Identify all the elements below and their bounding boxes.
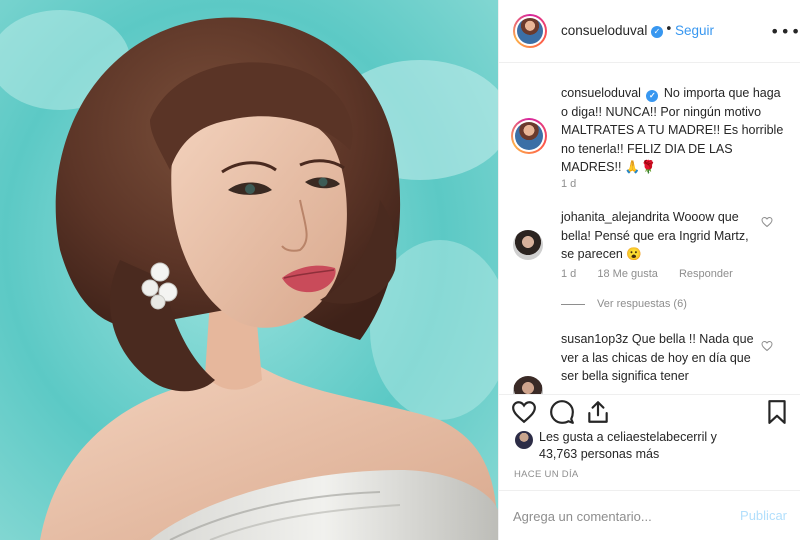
replies-line [561, 303, 585, 305]
caption-meta: 1 d [561, 178, 594, 190]
comment-likes[interactable]: 18 Me gusta [597, 268, 658, 280]
post-timestamp[interactable]: HACE UN DÍA [514, 469, 579, 480]
comment-input[interactable] [513, 506, 723, 526]
comment-time[interactable]: 1 d [561, 268, 576, 280]
likes-summary[interactable]: Les gusta a celiaestelabecerril y 43,763… [539, 429, 789, 463]
post-sidebar: consueloduval ✓ • Seguir ••• consueloduv… [498, 0, 800, 540]
follow-button[interactable]: Seguir [675, 23, 714, 38]
heart-icon[interactable] [511, 399, 537, 425]
add-comment-bar: Publicar [499, 490, 800, 540]
verified-badge-icon: ✓ [646, 90, 659, 102]
caption-avatar[interactable] [511, 118, 547, 154]
reply-button[interactable]: Responder [679, 268, 733, 280]
comment: susan1op3z Que bella !! Nada que ver a l… [561, 330, 761, 386]
comments-list[interactable]: consueloduval ✓ No importa que haga o di… [499, 64, 800, 394]
separator-dot: • [665, 22, 673, 37]
comment-meta: 1 d 18 Me gusta Responder [561, 268, 751, 280]
comment: johanita_alejandrita Wooow que bella! Pe… [561, 208, 761, 264]
caption-emoji: 🙏🌹 [624, 160, 657, 174]
ellipsis-icon[interactable]: ••• [770, 22, 800, 41]
comment-username[interactable]: susan1op3z [561, 332, 628, 346]
post-header: consueloduval ✓ • Seguir ••• [499, 0, 800, 63]
author-avatar[interactable] [513, 14, 547, 48]
publish-button[interactable]: Publicar [740, 508, 787, 523]
comment-bubble-icon[interactable] [549, 399, 575, 425]
likes-line-2: 43,763 personas más [539, 447, 660, 461]
view-replies-label: Ver respuestas (6) [597, 298, 687, 310]
bookmark-icon[interactable] [764, 399, 790, 425]
caption-time[interactable]: 1 d [561, 178, 576, 190]
caption-username[interactable]: consueloduval [561, 86, 641, 100]
liker-avatar[interactable] [515, 431, 533, 449]
share-icon[interactable] [585, 399, 611, 425]
action-bar [499, 394, 800, 434]
view-replies-button[interactable]: Ver respuestas (6) [561, 298, 687, 310]
post-photo[interactable] [0, 0, 498, 540]
comment-like-heart-icon[interactable] [761, 340, 773, 352]
caption: consueloduval ✓ No importa que haga o di… [561, 84, 789, 177]
portrait-image [0, 0, 498, 540]
comment-like-heart-icon[interactable] [761, 216, 773, 228]
likes-line-1: Les gusta a celiaestelabecerril y [539, 430, 717, 444]
author-username[interactable]: consueloduval [561, 23, 647, 38]
verified-badge-icon: ✓ [651, 26, 663, 38]
commenter-avatar[interactable] [513, 230, 543, 260]
commenter-avatar[interactable] [513, 376, 543, 394]
comment-emoji: 😮 [626, 247, 642, 261]
comment-username[interactable]: johanita_alejandrita [561, 210, 669, 224]
